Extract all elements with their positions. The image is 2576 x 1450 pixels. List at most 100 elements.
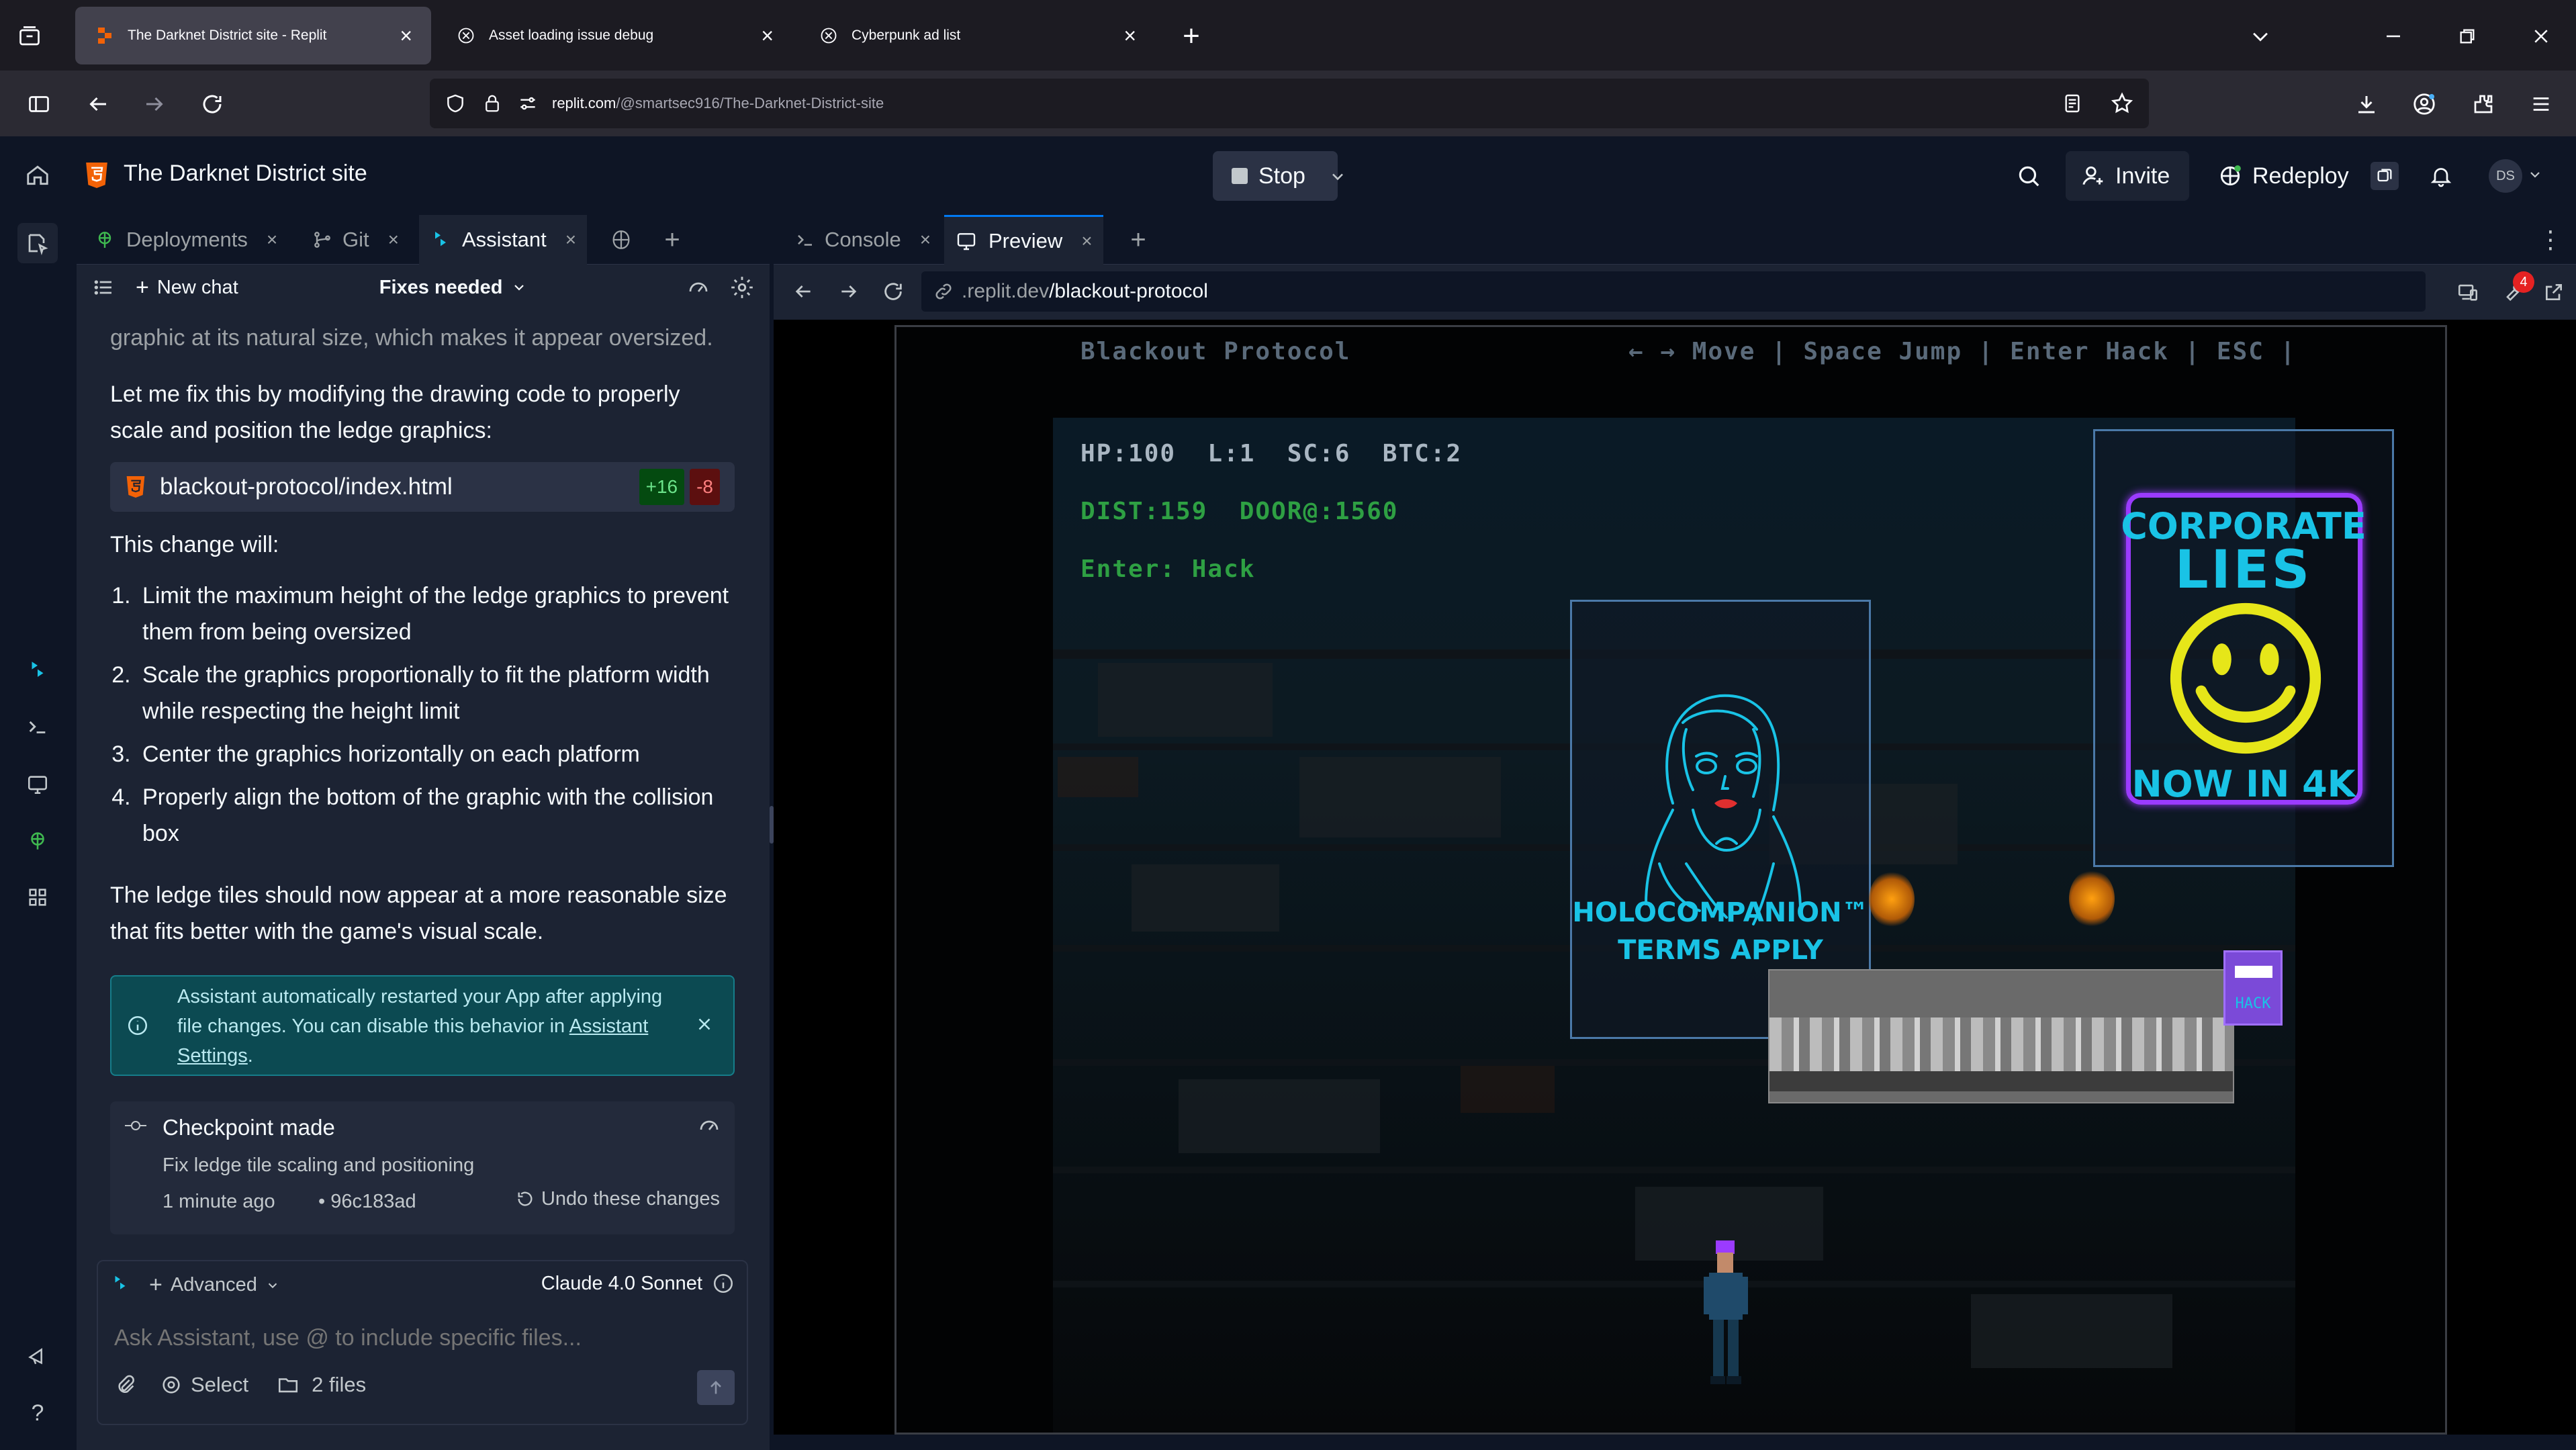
shell-icon: [612, 230, 630, 249]
add-tab-icon[interactable]: +: [655, 215, 689, 265]
site-permissions-icon[interactable]: [517, 93, 539, 114]
settings-gear-icon[interactable]: [729, 275, 755, 300]
preview-rail-icon[interactable]: [24, 771, 51, 798]
console-rail-icon[interactable]: [24, 713, 51, 740]
assistant-rail-icon[interactable]: [24, 657, 51, 684]
tab-preview[interactable]: Preview ×: [944, 215, 1103, 265]
downloads-icon[interactable]: [2350, 88, 2383, 120]
new-chat-button[interactable]: + New chat: [136, 275, 238, 301]
stop-button[interactable]: Stop: [1213, 151, 1338, 201]
close-tab-icon[interactable]: ×: [388, 229, 399, 251]
url-text[interactable]: replit.com/@smartsec916/The-Darknet-Dist…: [552, 95, 884, 112]
invite-button[interactable]: Invite: [2066, 151, 2189, 201]
list-all-tabs-icon[interactable]: [2244, 20, 2276, 52]
undo-changes-button[interactable]: Undo these changes: [516, 1181, 720, 1217]
sidebar-toggle-icon[interactable]: [23, 88, 55, 120]
html-file-icon: [82, 159, 111, 191]
terminal-label: HACK: [2235, 995, 2271, 1012]
preview-forward-icon[interactable]: [835, 278, 862, 305]
link-icon: [935, 283, 952, 300]
announcements-icon[interactable]: [24, 1342, 51, 1369]
reload-icon[interactable]: [196, 88, 228, 120]
close-tab-icon[interactable]: ×: [1123, 24, 1136, 48]
apps-grid-icon[interactable]: [24, 884, 51, 911]
ledge-platform: [1768, 969, 2234, 1103]
tab-extra-icon[interactable]: [604, 215, 638, 265]
bookmark-star-icon[interactable]: [2110, 91, 2134, 116]
close-tab-icon[interactable]: ×: [761, 24, 774, 48]
usage-gauge-icon[interactable]: [686, 275, 710, 300]
preview-url-field[interactable]: .replit.dev/blackout-protocol: [921, 271, 2426, 312]
help-icon[interactable]: ?: [24, 1400, 51, 1426]
devtools-wrench-icon[interactable]: 4: [2498, 271, 2534, 306]
forward-icon[interactable]: [138, 88, 171, 120]
invite-label: Invite: [2115, 163, 2170, 189]
lock-icon[interactable]: [482, 93, 502, 114]
file-change-chip[interactable]: blackout-protocol/index.html +16 -8: [110, 462, 735, 512]
preview-reload-icon[interactable]: [880, 278, 907, 305]
assistant-icon: [115, 1275, 126, 1289]
extensions-icon[interactable]: [2467, 88, 2499, 120]
close-tab-icon[interactable]: ×: [400, 24, 412, 48]
mode-dropdown[interactable]: + Advanced: [149, 1272, 280, 1298]
deployment-menu-icon[interactable]: [2371, 162, 2399, 190]
chatgpt-favicon-icon: [457, 26, 475, 45]
close-tab-icon[interactable]: ×: [565, 229, 576, 251]
send-button[interactable]: [697, 1370, 735, 1405]
checkpoint-title: Checkpoint made: [163, 1115, 335, 1140]
attached-files-button[interactable]: 2 files: [275, 1373, 366, 1397]
notifications-bell-icon[interactable]: [2426, 161, 2456, 191]
search-icon[interactable]: [2013, 161, 2044, 191]
game-canvas[interactable]: Blackout Protocol ← → Move | Space Jump …: [894, 325, 2447, 1435]
app-menu-icon[interactable]: [2525, 88, 2557, 120]
game-controls-text: ← → Move | Space Jump | Enter Hack | ESC…: [1628, 338, 2297, 365]
replit-header: The Darknet District site Stop Invite Re…: [0, 136, 2576, 215]
restore-window-icon[interactable]: [2451, 20, 2483, 52]
close-tab-icon[interactable]: ×: [267, 229, 277, 251]
bitcoin-pickup: [1869, 871, 1915, 927]
avatar-chevron-icon[interactable]: [2525, 165, 2545, 185]
close-tab-icon[interactable]: ×: [1081, 230, 1092, 252]
home-icon[interactable]: [23, 161, 52, 190]
reader-view-icon[interactable]: [2062, 93, 2083, 114]
shield-icon[interactable]: [445, 92, 466, 115]
minimize-window-icon[interactable]: [2377, 20, 2409, 52]
browser-tab-cyberpunk-ads[interactable]: Cyberpunk ad list ×: [799, 7, 1155, 64]
model-selector[interactable]: Claude 4.0 Sonnet: [541, 1272, 735, 1295]
close-icon[interactable]: [694, 1014, 715, 1034]
open-new-tab-icon[interactable]: [2540, 278, 2568, 306]
address-bar[interactable]: replit.com/@smartsec916/The-Darknet-Dist…: [430, 79, 2149, 128]
chat-title-dropdown[interactable]: Fixes needed: [379, 277, 527, 299]
chat-input[interactable]: [114, 1318, 732, 1358]
rollback-gauge-icon[interactable]: [697, 1114, 721, 1138]
chat-history-icon[interactable]: [93, 277, 114, 298]
tab-assistant[interactable]: Assistant ×: [419, 215, 588, 265]
browser-tab-asset-debug[interactable]: Asset loading issue debug ×: [436, 7, 792, 64]
add-tab-icon[interactable]: +: [1121, 215, 1155, 265]
pane-more-icon[interactable]: ⋮: [2537, 215, 2564, 265]
close-window-icon[interactable]: [2525, 20, 2557, 52]
devices-icon[interactable]: [2454, 278, 2482, 306]
list-item: Limit the maximum height of the ledge gr…: [137, 578, 735, 650]
files-icon[interactable]: [17, 223, 58, 263]
browser-nav-bar: replit.com/@smartsec916/The-Darknet-Dist…: [0, 71, 2576, 136]
project-title[interactable]: The Darknet District site: [124, 161, 367, 187]
url-host: replit.com: [552, 95, 616, 111]
tab-console[interactable]: Console ×: [787, 215, 939, 265]
tab-git[interactable]: Git ×: [304, 215, 407, 265]
avatar[interactable]: DS: [2489, 159, 2522, 193]
chatgpt-favicon-icon: [819, 26, 838, 45]
preview-back-icon[interactable]: [790, 278, 817, 305]
close-tab-icon[interactable]: ×: [920, 229, 931, 251]
account-icon[interactable]: [2408, 88, 2440, 120]
browser-tab-replit[interactable]: The Darknet District site - Replit ×: [75, 7, 431, 64]
tab-list-icon[interactable]: [15, 21, 44, 51]
deployments-rail-icon[interactable]: [24, 827, 51, 854]
run-options-chevron-icon[interactable]: [1324, 163, 1351, 190]
redeploy-button[interactable]: Redeploy: [2203, 151, 2364, 201]
tab-deployments[interactable]: Deployments ×: [86, 215, 285, 265]
attach-paperclip-icon[interactable]: [114, 1373, 137, 1396]
select-element-button[interactable]: Select: [160, 1373, 248, 1397]
new-tab-icon[interactable]: +: [1175, 19, 1207, 52]
back-icon[interactable]: [82, 88, 114, 120]
